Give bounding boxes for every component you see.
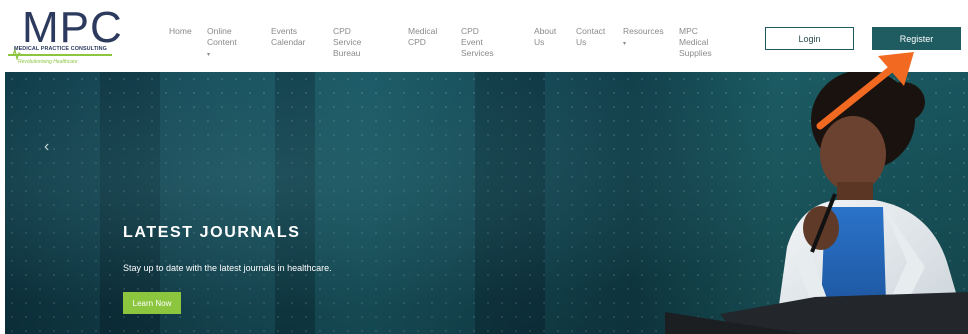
caret-down-icon: ▾	[207, 52, 211, 58]
hero-title: LATEST JOURNALS	[123, 224, 301, 241]
nav-item-about-us[interactable]: About Us	[534, 26, 556, 48]
nav-item-cpd-event-services[interactable]: CPD Event Services	[461, 26, 494, 59]
register-button[interactable]: Register	[872, 27, 961, 50]
logo-subtitle: MEDICAL PRACTICE CONSULTING	[14, 46, 107, 52]
nav-item-resources[interactable]: Resources ▾	[623, 26, 664, 50]
nav-item-medical-cpd[interactable]: Medical CPD	[408, 26, 437, 48]
learn-now-button[interactable]: Learn Now	[123, 292, 181, 314]
nav-item-online-content[interactable]: Online Content ▾	[207, 26, 237, 61]
nav-item-events-calendar[interactable]: Events Calendar	[271, 26, 306, 48]
nav-item-home[interactable]: Home	[169, 26, 192, 37]
logo-tagline: Revolutionising Healthcare	[18, 59, 78, 65]
annotation-arrow-icon	[816, 52, 914, 130]
mpc-logo[interactable]: MPC MEDICAL PRACTICE CONSULTING Revoluti…	[8, 6, 122, 65]
nav-item-mpc-medical-supplies[interactable]: MPC Medical Supplies	[679, 26, 712, 59]
login-button[interactable]: Login	[765, 27, 854, 50]
caret-down-icon: ▾	[623, 41, 627, 47]
hero-description: Stay up to date with the latest journals…	[123, 263, 332, 273]
carousel-prev-arrow-icon[interactable]: ‹	[44, 138, 58, 158]
logo-wordmark: MPC	[22, 3, 123, 52]
nav-item-cpd-service-bureau[interactable]: CPD Service Bureau	[333, 26, 361, 59]
nav-item-contact-us[interactable]: Contact Us	[576, 26, 605, 48]
logo-divider	[8, 54, 112, 56]
